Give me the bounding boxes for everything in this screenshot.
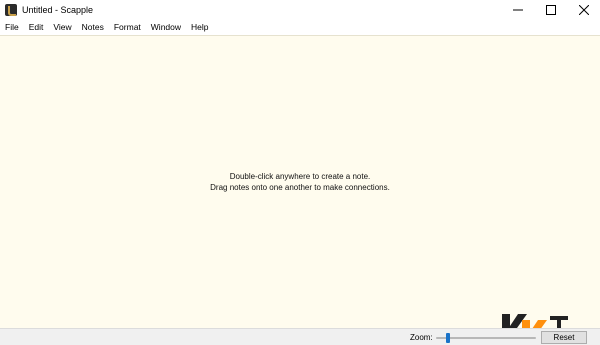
close-icon: [578, 5, 589, 15]
reset-zoom-button[interactable]: Reset: [541, 331, 587, 344]
maximize-icon: [545, 5, 556, 15]
scapple-canvas[interactable]: Double-click anywhere to create a note. …: [0, 35, 600, 345]
menu-help[interactable]: Help: [191, 20, 208, 34]
maximize-button[interactable]: [534, 0, 567, 20]
menu-format[interactable]: Format: [114, 20, 141, 34]
minimize-button[interactable]: [501, 0, 534, 20]
zoom-slider-track[interactable]: [436, 337, 536, 339]
menu-bar: File Edit View Notes Format Window Help: [0, 20, 600, 34]
menu-notes[interactable]: Notes: [82, 20, 104, 34]
hint-line-connect: Drag notes onto one another to make conn…: [210, 183, 390, 192]
menu-view[interactable]: View: [53, 20, 71, 34]
window-title: Untitled - Scapple: [22, 5, 94, 15]
menu-window[interactable]: Window: [151, 20, 181, 34]
menu-file[interactable]: File: [5, 20, 19, 34]
menu-edit[interactable]: Edit: [29, 20, 44, 34]
status-bar: Zoom: Reset: [0, 328, 600, 345]
close-button[interactable]: [567, 0, 600, 20]
canvas-hint: Double-click anywhere to create a note. …: [0, 171, 600, 193]
minimize-icon: [512, 9, 523, 11]
zoom-slider[interactable]: [436, 333, 536, 343]
title-bar: Untitled - Scapple: [0, 0, 600, 20]
zoom-label: Zoom:: [410, 333, 433, 342]
window-controls: [501, 0, 600, 20]
hint-line-create: Double-click anywhere to create a note.: [229, 172, 371, 181]
zoom-slider-thumb[interactable]: [446, 333, 450, 343]
scapple-app-icon[interactable]: [5, 4, 17, 16]
